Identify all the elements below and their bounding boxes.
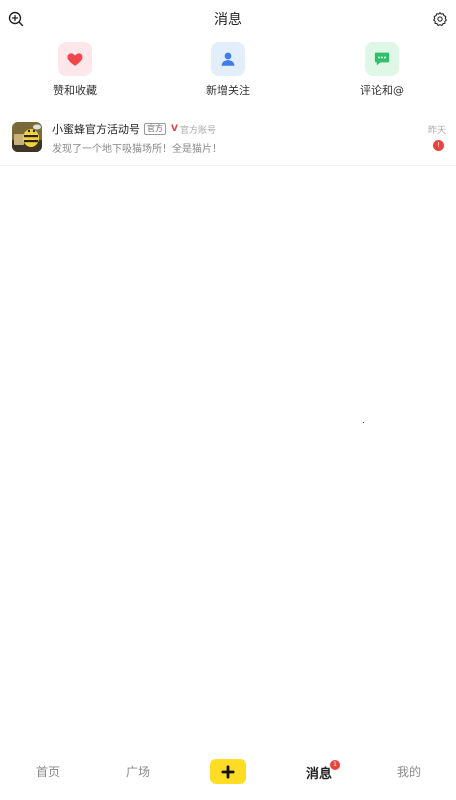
heart-icon: [67, 53, 83, 66]
nav-mine[interactable]: 我的: [384, 763, 434, 780]
top-bar: 消息: [0, 0, 456, 38]
official-tag: 官方: [144, 123, 166, 135]
category-comments-and-mentions[interactable]: 评论和@: [342, 42, 422, 98]
plus-icon: [221, 765, 235, 778]
gear-icon[interactable]: [431, 10, 449, 28]
category-likes-and-favorites[interactable]: 赞和收藏: [35, 42, 115, 98]
message-time: 昨天: [427, 126, 446, 136]
category-label: 赞和收藏: [53, 84, 97, 97]
decorative-dot: [363, 422, 364, 423]
category-label: 评论和@: [360, 84, 404, 97]
verified-badge: V: [171, 124, 178, 134]
page-title: 消息: [214, 12, 242, 28]
likes-tile: [58, 42, 92, 76]
person-icon: [221, 52, 235, 66]
message-categories: 赞和收藏 新增关注 评论和@: [0, 42, 456, 104]
chat-bubble-icon: [374, 52, 390, 66]
account-type-label: 官方账号: [179, 125, 216, 136]
add-post-button[interactable]: [210, 759, 246, 784]
nav-plaza[interactable]: 广场: [113, 763, 163, 780]
sender-name: 小蜜蜂官方活动号: [52, 123, 140, 136]
category-new-followers[interactable]: 新增关注: [188, 42, 268, 98]
messages-screen: 消息 赞和收藏 新增关注 评论和@ 小蜜蜂官方活动号 官方 V 官方账号 发现了…: [0, 0, 456, 800]
avatar: [12, 122, 42, 152]
message-preview: 发现了一个地下吸猫场所！全是猫片！: [52, 144, 222, 155]
message-content: 小蜜蜂官方活动号 官方 V 官方账号 发现了一个地下吸猫场所！全是猫片！: [52, 121, 382, 155]
add-search-icon[interactable]: [7, 10, 25, 28]
category-label: 新增关注: [206, 84, 250, 97]
bottom-nav: 首页 广场 消息 1 我的: [0, 754, 456, 792]
comments-tile: [365, 42, 399, 76]
unread-badge: !: [433, 140, 444, 151]
nav-home[interactable]: 首页: [23, 763, 73, 780]
messages-count-badge: 1: [330, 760, 340, 770]
list-item[interactable]: 小蜜蜂官方活动号 官方 V 官方账号 发现了一个地下吸猫场所！全是猫片！ 昨天 …: [0, 116, 456, 166]
followers-tile: [211, 42, 245, 76]
